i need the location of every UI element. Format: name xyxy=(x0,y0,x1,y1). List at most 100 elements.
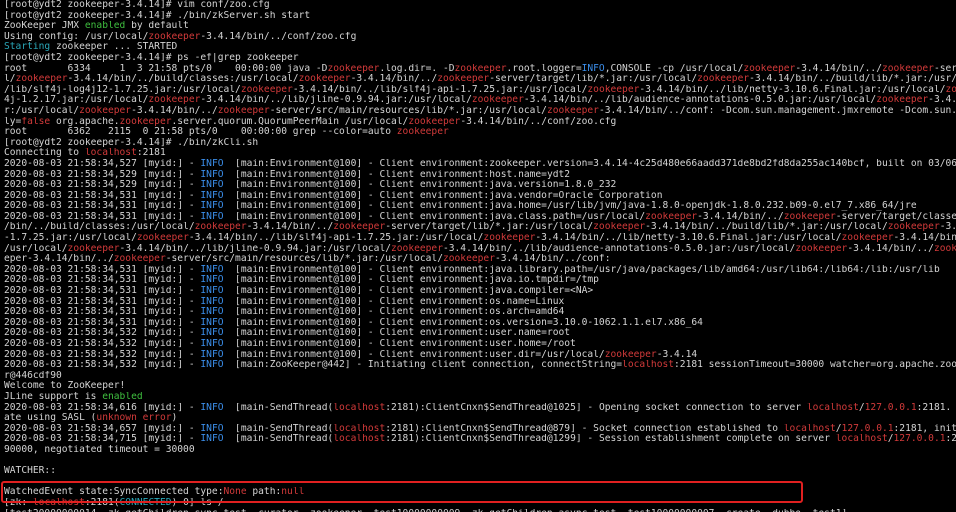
terminal-text: [root@ydt2 zookeeper-3.4.14]# ps -ef|gre… xyxy=(4,52,299,63)
terminal-text: org.apache. xyxy=(50,116,120,127)
terminal-text: Starting xyxy=(4,42,51,53)
terminal-line: 2020-08-03 21:58:34,532 [myid:] - INFO [… xyxy=(4,339,956,350)
terminal-text: INFO xyxy=(200,349,224,360)
terminal-text: [main:Environment@100] - Client environm… xyxy=(223,180,617,191)
terminal-line: 2020-08-03 21:58:34,616 [myid:] - INFO [… xyxy=(4,403,956,414)
terminal-text: [main:Environment@100] - Client environm… xyxy=(223,169,571,180)
terminal-text: -3.4.14/bin/../lib/slf4j-api-1.7.25.jar:… xyxy=(188,233,484,244)
terminal-text: zookeeper xyxy=(697,74,750,85)
terminal-line: ate using SASL (unknown error) xyxy=(4,413,956,424)
terminal-text: ,CONSOLE -cp /usr/local/ xyxy=(604,63,744,74)
terminal-line: 2020-08-03 21:58:34,531 [myid:] - INFO [… xyxy=(4,297,956,308)
terminal-line: r:/usr/local/zookeeper-3.4.14/bin/../zoo… xyxy=(4,106,956,117)
terminal-line: /usr/local/zookeeper-3.4.14/bin/../lib/j… xyxy=(4,244,956,255)
terminal-text: zookeeper ... STARTED xyxy=(50,42,178,53)
terminal-text: :2181):ClientCnxn$SendThread@1299] - Ses… xyxy=(385,434,836,445)
terminal-text: INFO xyxy=(200,158,224,169)
terminal-text: -3.4.14/bin/../ xyxy=(795,63,882,74)
terminal-text: -3.4.14/bin/../build/lib/*.jar:/usr/loca… xyxy=(645,222,888,233)
terminal-text: -3.4.14/bin/../build/lib/*.jar:/usr/loca… xyxy=(749,74,956,85)
terminal-text: 2020-08-03 21:58:34,531 [myid:] - xyxy=(4,286,201,297)
terminal-line: 2020-08-03 21:58:34,531 [myid:] - INFO [… xyxy=(4,265,956,276)
terminal-text: zookeeper xyxy=(119,116,172,127)
terminal-line: r@446cdf90 xyxy=(4,371,956,382)
terminal-text: [main:Environment@100] - Client environm… xyxy=(223,349,605,360)
terminal-text: [main:Environment@100] - Client environm… xyxy=(223,264,940,275)
terminal-text: -3.4.14 xyxy=(939,222,956,233)
terminal-text: 2020-08-03 21:58:34,657 [myid:] - xyxy=(4,423,201,434)
terminal-text: by default xyxy=(125,21,189,32)
terminal-text: -1.7.25.jar:/usr/local/ xyxy=(4,233,137,244)
terminal-line: 2020-08-03 21:58:34,531 [myid:] - INFO [… xyxy=(4,212,956,223)
terminal-line: [test20000000014, zk-getChildren-sync-te… xyxy=(4,509,956,512)
terminal-text: zookeeper xyxy=(396,127,449,138)
terminal-text: -3.4.14/bin/../ xyxy=(350,74,438,85)
terminal-text: ly= xyxy=(4,116,22,127)
terminal-text: localhost xyxy=(783,423,836,434)
terminal-line: Connecting to localhost:2181 xyxy=(4,148,956,159)
terminal-text: -3.4.14/bin/../lib/netty-3.10.6.Final.ja… xyxy=(535,233,842,244)
terminal-text: INFO xyxy=(200,307,224,318)
terminal-text: 2020-08-03 21:58:34,531 [myid:] - xyxy=(4,296,201,307)
terminal-text: zookeeper xyxy=(79,105,132,116)
terminal-text: 2020-08-03 21:58:34,616 [myid:] - xyxy=(4,402,201,413)
terminal-text: ) xyxy=(171,413,178,424)
terminal-text: [main:Environment@100] - Client environm… xyxy=(223,328,571,339)
terminal-text: INFO xyxy=(200,317,224,328)
terminal-text: :2181 xyxy=(136,148,166,159)
terminal-text: Connecting to xyxy=(4,148,85,159)
terminal-text: [main:Environment@100] - Client environm… xyxy=(223,286,594,297)
terminal-text: :2181 sessionTimeout=30000 watcher=org.a… xyxy=(674,360,956,371)
terminal-text: enabled xyxy=(102,391,143,402)
terminal-text: INFO xyxy=(200,296,224,307)
terminal-text: zookeeper xyxy=(841,233,894,244)
terminal-window[interactable]: [root@ydt2 zookeeper-3.4.14]# vim conf/z… xyxy=(0,0,956,512)
terminal-text: JLine support is xyxy=(4,391,103,402)
terminal-text: r:/usr/local/ xyxy=(4,105,80,116)
terminal-text: -3.4.14/bin/../ xyxy=(246,222,334,233)
terminal-text: 2020-08-03 21:58:34,529 [myid:] - xyxy=(4,169,201,180)
terminal-text: :2181):ClientCnxn$SendThread@879] - Sock… xyxy=(385,423,784,434)
terminal-text: [main:ZooKeeper@442] - Initiating client… xyxy=(223,360,623,371)
terminal-text: -3.4.14/bin/../ xyxy=(928,95,956,106)
terminal-line: 2020-08-03 21:58:34,532 [myid:] - INFO [… xyxy=(4,360,956,371)
terminal-text: INFO xyxy=(200,211,224,222)
terminal-line: JLine support is enabled xyxy=(4,392,956,403)
terminal-text: zookeeper xyxy=(327,63,380,74)
terminal-text: zookeeper xyxy=(881,63,934,74)
terminal-text: 2020-08-03 21:58:34,531 [myid:] - xyxy=(4,317,201,328)
terminal-line: 2020-08-03 21:58:34,529 [myid:] - INFO [… xyxy=(4,170,956,181)
terminal-text: ZooKeeper JMX xyxy=(4,21,85,32)
terminal-text: 4j-1.2.17.jar:/usr/local/ xyxy=(4,95,149,106)
terminal-text: 2020-08-03 21:58:34,715 [myid:] - xyxy=(4,434,201,445)
terminal-text: :2181. Will not att xyxy=(916,402,952,413)
terminal-line: 2020-08-03 21:58:34,527 [myid:] - INFO [… xyxy=(4,159,956,170)
terminal-line: 90000, negotiated timeout = 30000 xyxy=(4,445,956,456)
terminal-text: zookeeper xyxy=(113,254,166,265)
terminal-text: -server/src/main/resources/lib/*.jar:/us… xyxy=(165,254,443,265)
terminal-text: root 6362 2115 0 21:58 pts/0 00:00:00 gr… xyxy=(4,127,397,138)
terminal-text: zookeeper xyxy=(645,211,698,222)
terminal-text: localhost xyxy=(333,423,386,434)
terminal-text: -3.4.14/bin/../lib/audience-annotations-… xyxy=(442,243,796,254)
terminal-line: 2020-08-03 21:58:34,531 [myid:] - INFO [… xyxy=(4,191,956,202)
terminal-line: 2020-08-03 21:58:34,715 [myid:] - INFO [… xyxy=(4,434,956,445)
terminal-line: Welcome to ZooKeeper! xyxy=(4,381,956,392)
terminal-text: zookeeper xyxy=(471,95,524,106)
terminal-text: INFO xyxy=(581,63,605,74)
terminal-text: :2181):ClientCnxn$SendThread@1025] - Ope… xyxy=(385,402,807,413)
terminal-text: -3.4.14/bin/../conf: xyxy=(494,254,611,265)
terminal-text: zookeeper xyxy=(333,222,386,233)
terminal-output: [root@ydt2 zookeeper-3.4.14]# vim conf/z… xyxy=(4,0,956,512)
terminal-text: zookeeper xyxy=(437,74,490,85)
terminal-text: localhost xyxy=(806,402,859,413)
terminal-text: Welcome to ZooKeeper! xyxy=(4,381,126,392)
terminal-line: /lib/slf4j-log4j12-1.7.25.jar:/usr/local… xyxy=(4,85,956,96)
terminal-text: INFO xyxy=(200,423,224,434)
terminal-text: zookeeper xyxy=(298,74,351,85)
terminal-text: -3.4.14/bin/../ xyxy=(697,211,784,222)
terminal-text: 2020-08-03 21:58:34,531 [myid:] - xyxy=(4,307,201,318)
terminal-text: INFO xyxy=(200,402,224,413)
terminal-text: INFO xyxy=(200,190,224,201)
terminal-text: unknown error xyxy=(96,413,172,424)
